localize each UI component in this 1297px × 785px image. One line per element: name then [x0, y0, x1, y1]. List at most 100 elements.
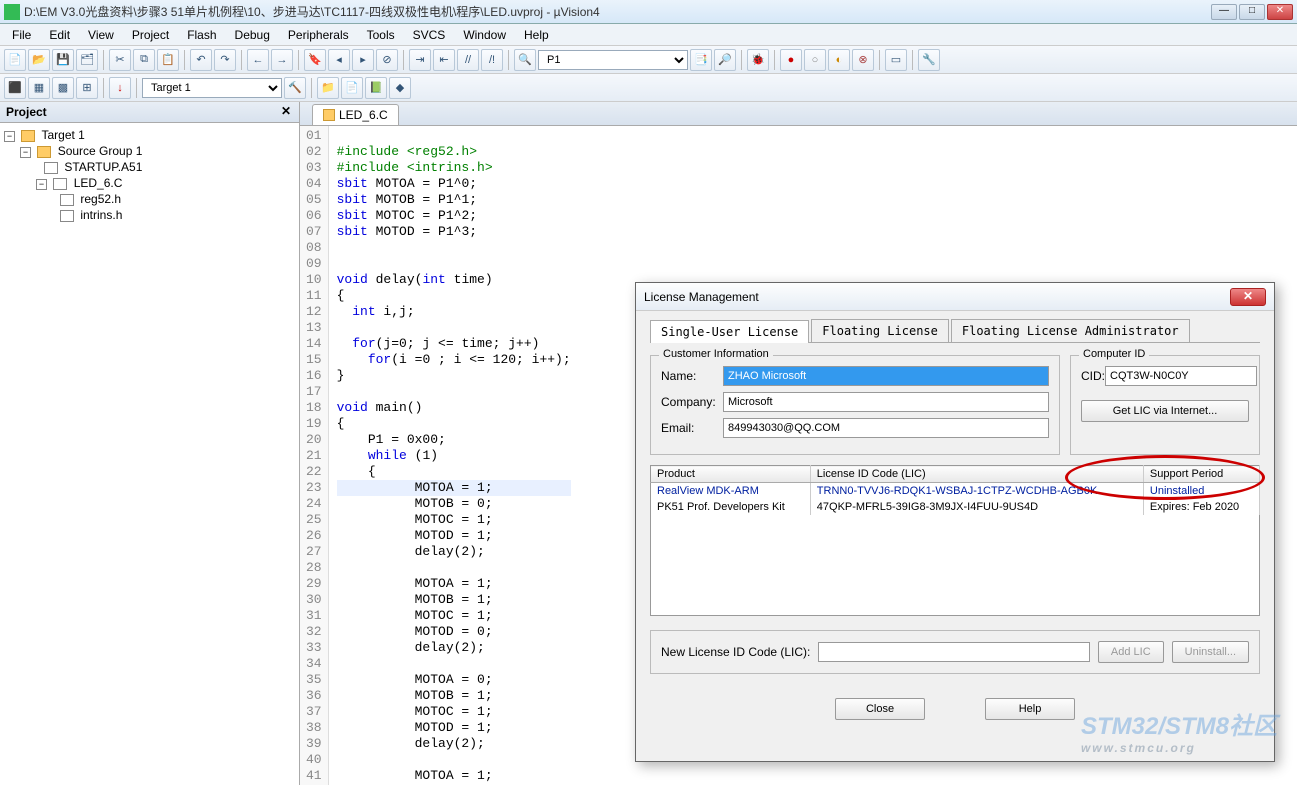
breakpoint-disable-icon[interactable]: ◐ [828, 49, 850, 71]
download-icon[interactable]: ↓ [109, 77, 131, 99]
name-label: Name: [661, 369, 723, 383]
menu-peripherals[interactable]: Peripherals [280, 26, 357, 44]
expand-icon[interactable]: − [36, 179, 47, 190]
menu-tools[interactable]: Tools [359, 26, 403, 44]
menu-svcs[interactable]: SVCS [405, 26, 454, 44]
project-panel: Project ✕ − Target 1 − Source Group 1 ST… [0, 102, 300, 785]
new-lic-input[interactable] [818, 642, 1090, 662]
license-dialog: License Management ✕ Single-User License… [635, 282, 1275, 762]
cid-label: CID: [1081, 369, 1105, 383]
find-combo[interactable]: P1 [538, 50, 688, 70]
undo-icon[interactable]: ↶ [190, 49, 212, 71]
breakpoint-insert-icon[interactable]: ● [780, 49, 802, 71]
toolbar-main: 📄 📂 💾 🗂 ✂ ⧉ 📋 ↶ ↷ ← → 🔖 ◂ ▸ ⊘ ⇥ ⇤ // /! … [0, 46, 1297, 74]
window-close-button[interactable]: ✕ [1267, 4, 1293, 20]
expand-icon[interactable]: − [20, 147, 31, 158]
table-header[interactable]: Support Period [1143, 466, 1259, 483]
menu-flash[interactable]: Flash [179, 26, 224, 44]
menu-file[interactable]: File [4, 26, 39, 44]
name-input[interactable] [723, 366, 1049, 386]
menu-view[interactable]: View [80, 26, 122, 44]
indent-icon[interactable]: ⇥ [409, 49, 431, 71]
cut-icon[interactable]: ✂ [109, 49, 131, 71]
menu-debug[interactable]: Debug [227, 26, 278, 44]
translate-icon[interactable]: ⬛ [4, 77, 26, 99]
outdent-icon[interactable]: ⇤ [433, 49, 455, 71]
menu-help[interactable]: Help [516, 26, 557, 44]
menu-window[interactable]: Window [455, 26, 514, 44]
maximize-button[interactable]: □ [1239, 4, 1265, 20]
editor-tab[interactable]: LED_6.C [312, 104, 399, 125]
project-panel-close-icon[interactable]: ✕ [279, 105, 293, 119]
nav-fwd-icon[interactable]: → [271, 49, 293, 71]
breakpoint-kill-icon[interactable]: ⊗ [852, 49, 874, 71]
help-button[interactable]: Help [985, 698, 1075, 720]
add-lic-button[interactable]: Add LIC [1098, 641, 1164, 663]
uninstall-button[interactable]: Uninstall... [1172, 641, 1249, 663]
close-button[interactable]: Close [835, 698, 925, 720]
open-file-icon[interactable]: 📂 [28, 49, 50, 71]
manage-project-icon[interactable]: 📁 [317, 77, 339, 99]
menu-edit[interactable]: Edit [41, 26, 78, 44]
dialog-close-button[interactable]: ✕ [1230, 288, 1266, 306]
table-row[interactable]: RealView MDK-ARMTRNN0-TVVJ6-RDQK1-WSBAJ-… [651, 483, 1260, 500]
tree-group: − Source Group 1 [4, 143, 295, 159]
license-tab[interactable]: Floating License Administrator [951, 319, 1190, 342]
comment-icon[interactable]: // [457, 49, 479, 71]
build-icon[interactable]: ▦ [28, 77, 50, 99]
license-table[interactable]: ProductLicense ID Code (LIC)Support Peri… [650, 465, 1260, 616]
watermark: STM32/STM8社区 www.stmcu.org [1081, 706, 1277, 755]
folder-icon [37, 146, 51, 158]
company-input[interactable] [723, 392, 1049, 412]
email-label: Email: [661, 421, 723, 435]
expand-icon[interactable]: − [4, 131, 15, 142]
bookmark-clear-icon[interactable]: ⊘ [376, 49, 398, 71]
get-lic-button[interactable]: Get LIC via Internet... [1081, 400, 1249, 422]
batch-build-icon[interactable]: ⊞ [76, 77, 98, 99]
redo-icon[interactable]: ↷ [214, 49, 236, 71]
books-icon[interactable]: 📗 [365, 77, 387, 99]
company-label: Company: [661, 395, 723, 409]
find-icon[interactable]: 🔍 [514, 49, 536, 71]
bookmark-icon[interactable]: 🔖 [304, 49, 326, 71]
license-tab[interactable]: Single-User License [650, 320, 809, 343]
save-icon[interactable]: 💾 [52, 49, 74, 71]
bookmark-prev-icon[interactable]: ◂ [328, 49, 350, 71]
code-text[interactable]: #include <reg52.h>#include <intrins.h>sb… [329, 126, 579, 785]
nav-back-icon[interactable]: ← [247, 49, 269, 71]
configure-icon[interactable]: 🔧 [918, 49, 940, 71]
bookmark-next-icon[interactable]: ▸ [352, 49, 374, 71]
table-header[interactable]: License ID Code (LIC) [810, 466, 1143, 483]
dialog-title: License Management [644, 290, 1230, 304]
minimize-button[interactable]: — [1211, 4, 1237, 20]
env-icon[interactable]: ◆ [389, 77, 411, 99]
menu-project[interactable]: Project [124, 26, 177, 44]
window-icon[interactable]: ▭ [885, 49, 907, 71]
debug-icon[interactable]: 🐞 [747, 49, 769, 71]
paste-icon[interactable]: 📋 [157, 49, 179, 71]
save-all-icon[interactable]: 🗂 [76, 49, 98, 71]
copy-icon[interactable]: ⧉ [133, 49, 155, 71]
computer-id-group: Computer ID CID: Get LIC via Internet... [1070, 355, 1260, 455]
dialog-titlebar[interactable]: License Management ✕ [636, 283, 1274, 311]
find-in-files-icon[interactable]: 📑 [690, 49, 712, 71]
target-icon [21, 130, 35, 142]
incremental-find-icon[interactable]: 🔎 [714, 49, 736, 71]
window-titlebar: D:\EM V3.0光盘资料\步骤3 51单片机例程\10、步进马达\TC111… [0, 0, 1297, 24]
window-title: D:\EM V3.0光盘资料\步骤3 51单片机例程\10、步进马达\TC111… [24, 3, 1211, 20]
uncomment-icon[interactable]: /! [481, 49, 503, 71]
project-tree[interactable]: − Target 1 − Source Group 1 STARTUP.A51 … [0, 123, 299, 227]
target-options-icon[interactable]: 🔨 [284, 77, 306, 99]
app-icon [4, 4, 20, 20]
asm-file-icon [44, 162, 58, 174]
license-tab[interactable]: Floating License [811, 319, 949, 342]
menu-bar: FileEditViewProjectFlashDebugPeripherals… [0, 24, 1297, 46]
rebuild-icon[interactable]: ▩ [52, 77, 74, 99]
table-row[interactable]: PK51 Prof. Developers Kit47QKP-MFRL5-39I… [651, 499, 1260, 515]
new-file-icon[interactable]: 📄 [4, 49, 26, 71]
email-input[interactable] [723, 418, 1049, 438]
breakpoint-toggle-icon[interactable]: ○ [804, 49, 826, 71]
file-ext-icon[interactable]: 📄 [341, 77, 363, 99]
table-header[interactable]: Product [651, 466, 811, 483]
target-combo[interactable]: Target 1 [142, 78, 282, 98]
